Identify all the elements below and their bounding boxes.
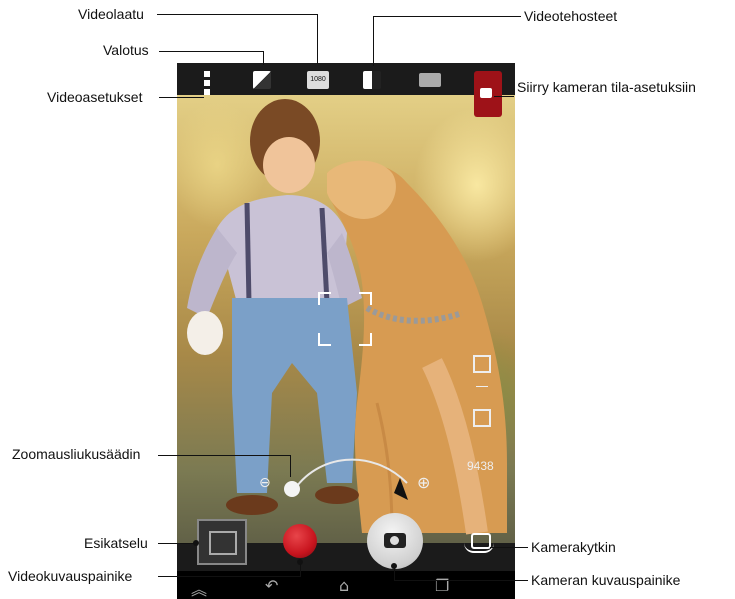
callout-dot <box>193 540 199 546</box>
callout-line <box>263 51 264 65</box>
callout-line <box>159 97 204 98</box>
scene-icon[interactable] <box>419 73 441 87</box>
label-camera-switch: Kamerakytkin <box>531 539 616 555</box>
label-camera-capture: Kameran kuvauspainike <box>531 572 681 588</box>
callout-dot <box>391 563 397 569</box>
mode-switch-icon[interactable] <box>474 71 502 117</box>
record-icon[interactable] <box>283 524 317 558</box>
callout-line <box>158 455 290 456</box>
switch-camera-icon[interactable] <box>464 531 494 553</box>
zoom-out-icon[interactable]: ⊖ <box>259 475 271 491</box>
callout-line <box>158 576 300 577</box>
label-video-quality: Videolaatu <box>78 6 144 22</box>
label-video-effects: Videotehosteet <box>524 8 618 24</box>
settings-icon[interactable] <box>204 71 210 95</box>
back-icon[interactable]: ↶ <box>265 576 278 595</box>
video-quality-icon[interactable]: 1080 <box>307 71 329 89</box>
recent-apps-icon[interactable]: ❐ <box>435 576 449 595</box>
label-zoom-slider: Zoomausliukusäädin <box>12 446 141 462</box>
divider <box>476 386 488 387</box>
home-icon[interactable]: ⌂ <box>339 576 349 595</box>
menu-icon[interactable]: ︽ <box>191 576 207 599</box>
exposure-icon[interactable] <box>253 71 271 89</box>
callout-line <box>373 16 521 17</box>
photo-mode-mini-icon[interactable] <box>473 409 491 427</box>
video-effects-icon[interactable] <box>363 71 381 89</box>
label-exposure: Valotus <box>103 42 149 58</box>
storage-counter: 9438 <box>467 459 494 473</box>
label-video-settings: Videoasetukset <box>47 89 143 105</box>
callout-line <box>157 14 317 15</box>
label-preview: Esikatselu <box>84 535 148 551</box>
video-mode-mini-icon[interactable] <box>473 355 491 373</box>
label-switch-mode: Siirry kameran tila-asetuksiin <box>517 79 696 95</box>
callout-line <box>159 51 263 52</box>
label-video-capture: Videokuvauspainike <box>8 568 133 584</box>
callout-line <box>373 16 374 66</box>
focus-frame <box>318 292 372 346</box>
zoom-in-icon[interactable]: ⊕ <box>417 473 430 492</box>
callout-dot <box>297 559 303 565</box>
camera-screen: 9438 1080 ⊖ ⊕ ︽ ↶ ⌂ ❐ <box>177 63 515 599</box>
callout-line <box>494 96 514 97</box>
zoom-slider-handle[interactable] <box>284 481 300 497</box>
callout-line <box>490 547 528 548</box>
preview-thumbnail[interactable] <box>197 519 247 565</box>
callout-line <box>158 543 196 544</box>
callout-line <box>290 455 291 477</box>
camera-shutter-icon[interactable] <box>367 513 423 569</box>
callout-line <box>394 580 528 581</box>
callout-line <box>317 14 318 64</box>
